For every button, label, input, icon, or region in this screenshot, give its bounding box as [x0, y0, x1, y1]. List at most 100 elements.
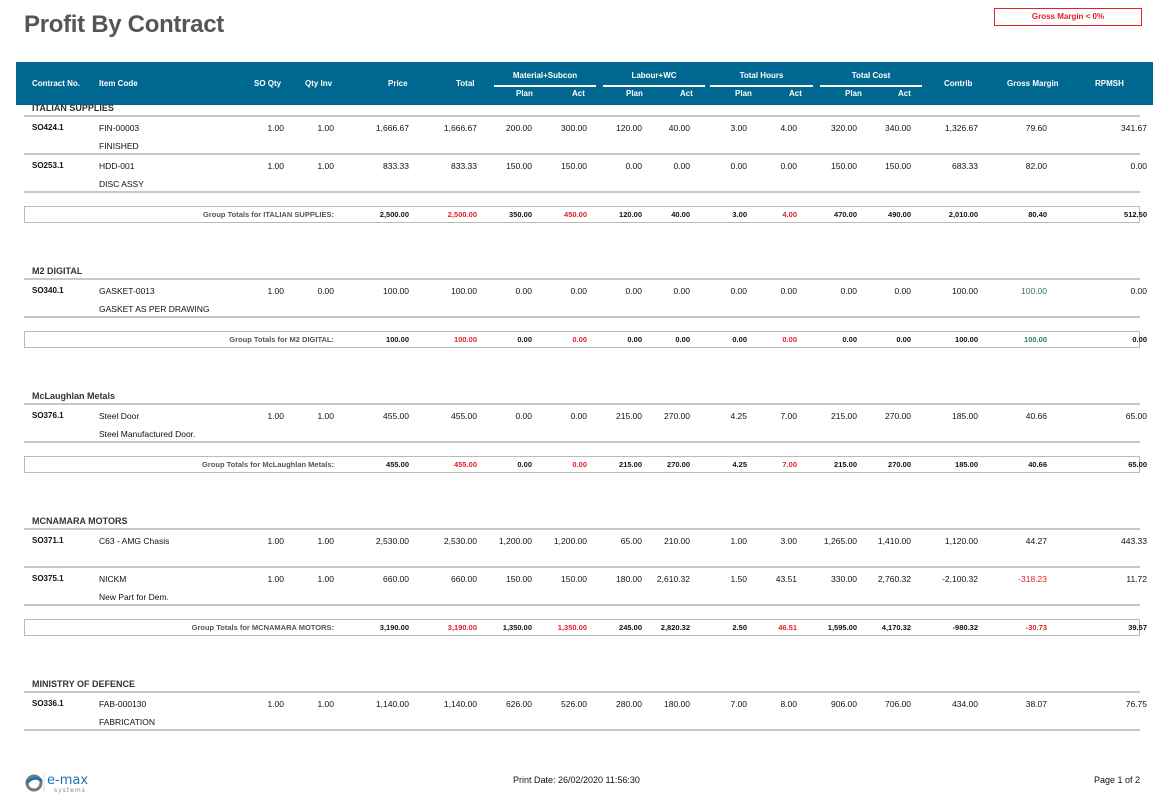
total-cost-plan-cell: 1,595.00	[827, 623, 857, 632]
material-act-cell: 150.00	[561, 161, 587, 171]
row-cells: SO424.1 FIN-00003 1.00 1.00 1,666.67 1,666.67…	[16, 117, 1153, 135]
so-qty-cell: 1.00	[267, 161, 284, 171]
price-cell: 833.33	[383, 161, 409, 171]
hours-act-cell: 0.00	[780, 286, 797, 296]
gross-margin-cell: 82.00	[1025, 161, 1047, 171]
group-header: ITALIAN SUPPLIES	[24, 97, 1140, 117]
total-price-cell: 455.00	[386, 460, 409, 469]
total-hours-act-cell: 4.00	[782, 210, 797, 219]
hours-plan-cell: 3.00	[730, 123, 747, 133]
qty-inv-cell: 1.00	[317, 161, 334, 171]
group-header: McLaughlan Metals	[24, 385, 1140, 405]
total-material-plan-cell: 1,350.00	[502, 623, 532, 632]
group-section: MINISTRY OF DEFENCE SO336.1 FAB-000130 1.00…	[16, 673, 1153, 731]
total-cost-plan-cell: 215.00	[834, 460, 857, 469]
total-contrib-cell: 100.00	[955, 335, 978, 344]
table-row: SO340.1 GASKET-0013 1.00 0.00 100.00 100.00 0.…	[24, 280, 1147, 318]
total-hours-plan-cell: 4.25	[732, 460, 747, 469]
qty-inv-cell: 1.00	[317, 411, 334, 421]
total-cell: 1,140.00	[443, 699, 477, 709]
total-gross-margin-cell: 80.40	[1028, 210, 1047, 219]
cost-plan-cell: 150.00	[831, 161, 857, 171]
total-rpmsh-cell: 39.57	[1128, 623, 1147, 632]
total-contrib-cell: 185.00	[955, 460, 978, 469]
totals-cells: Group Totals for ITALIAN SUPPLIES: 2,500.…	[16, 207, 1153, 222]
total-total-cell: 2,500.00	[447, 210, 477, 219]
qty-inv-cell: 1.00	[317, 123, 334, 133]
qty-inv-cell: 1.00	[317, 699, 334, 709]
gross-margin-cell: 38.07	[1025, 699, 1047, 709]
total-price-cell: 2,500.00	[379, 210, 409, 219]
contrib-cell: 1,120.00	[944, 536, 978, 546]
so-qty-cell: 1.00	[267, 411, 284, 421]
contract-number: SO340.1	[32, 286, 64, 295]
group-totals-label: Group Totals for ITALIAN SUPPLIES:	[203, 210, 334, 219]
table-row: SO253.1 HDD-001 1.00 1.00 833.33 833.33 150.00…	[24, 155, 1147, 193]
labour-act-cell: 2,610.32	[656, 574, 690, 584]
hours-act-cell: 0.00	[780, 161, 797, 171]
group-totals-label: Group Totals for McLaughlan Metals:	[202, 460, 334, 469]
totals-cells: Group Totals for MCNAMARA MOTORS: 3,190.0…	[16, 620, 1153, 635]
group-section: MCNAMARA MOTORS SO371.1 C63 - AMG Chasis 1.…	[16, 510, 1153, 673]
table-row: SO376.1 Steel Door 1.00 1.00 455.00 455.00 0.0…	[24, 405, 1147, 443]
row-cells: SO336.1 FAB-000130 1.00 1.00 1,140.00 1,140.0…	[16, 693, 1153, 711]
hours-plan-cell: 0.00	[730, 286, 747, 296]
material-act-cell: 526.00	[561, 699, 587, 709]
gross-margin-legend: Gross Margin < 0%	[994, 8, 1142, 26]
material-plan-cell: 626.00	[506, 699, 532, 709]
total-hours-act-cell: 46.51	[778, 623, 797, 632]
hours-plan-cell: 1.50	[730, 574, 747, 584]
hours-plan-cell: 1.00	[730, 536, 747, 546]
price-cell: 1,666.67	[375, 123, 409, 133]
total-cost-act-cell: 0.00	[896, 335, 911, 344]
group-totals-row: Group Totals for MCNAMARA MOTORS: 3,190.0…	[24, 619, 1147, 636]
total-cell: 1,666.67	[443, 123, 477, 133]
labour-plan-cell: 280.00	[616, 699, 642, 709]
contract-number: SO253.1	[32, 161, 64, 170]
qty-inv-cell: 1.00	[317, 574, 334, 584]
labour-act-cell: 270.00	[664, 411, 690, 421]
labour-plan-cell: 65.00	[620, 536, 642, 546]
header-cost-label: Total Cost	[851, 71, 891, 80]
contract-number: SO424.1	[32, 123, 64, 132]
material-act-cell: 150.00	[561, 574, 587, 584]
labour-plan-cell: 180.00	[616, 574, 642, 584]
material-plan-cell: 0.00	[515, 411, 532, 421]
total-labour-act-cell: 40.00	[671, 210, 690, 219]
cost-act-cell: 150.00	[885, 161, 911, 171]
gross-margin-cell: 79.60	[1025, 123, 1047, 133]
emax-logo: e-max systems	[24, 771, 94, 800]
page-number: Page 1 of 2	[1093, 775, 1140, 785]
total-hours-act-cell: 7.00	[782, 460, 797, 469]
row-cells: SO253.1 HDD-001 1.00 1.00 833.33 833.33 150.00…	[16, 155, 1153, 173]
cost-act-cell: 706.00	[885, 699, 911, 709]
contrib-cell: 1,326.67	[944, 123, 978, 133]
hours-act-cell: 7.00	[780, 411, 797, 421]
material-plan-cell: 150.00	[506, 574, 532, 584]
price-cell: 660.00	[383, 574, 409, 584]
row-cells: SO376.1 Steel Door 1.00 1.00 455.00 455.00 0.0…	[16, 405, 1153, 423]
header-material-subcon: Material+Subcon	[494, 70, 596, 87]
total-cell: 100.00	[451, 286, 477, 296]
header-labour-wc: Labour+WC	[603, 70, 705, 87]
row-cells: SO340.1 GASKET-0013 1.00 0.00 100.00 100.00 0.…	[16, 280, 1153, 298]
cost-act-cell: 2,760.32	[877, 574, 911, 584]
total-cell: 660.00	[451, 574, 477, 584]
qty-inv-cell: 0.00	[317, 286, 334, 296]
total-labour-act-cell: 0.00	[675, 335, 690, 344]
item-description: GASKET AS PER DRAWING	[99, 304, 210, 314]
rpmsh-cell: 76.75	[1125, 699, 1147, 709]
total-hours-plan-cell: 2.50	[732, 623, 747, 632]
material-plan-cell: 1,200.00	[498, 536, 532, 546]
table-row: SO424.1 FIN-00003 1.00 1.00 1,666.67 1,666.67…	[24, 117, 1147, 155]
group-totals-label: Group Totals for M2 DIGITAL:	[229, 335, 334, 344]
material-plan-cell: 150.00	[506, 161, 532, 171]
hours-plan-cell: 4.25	[730, 411, 747, 421]
hours-plan-cell: 0.00	[730, 161, 747, 171]
total-cell: 2,530.00	[443, 536, 477, 546]
svg-text:e-max: e-max	[47, 773, 88, 788]
rpmsh-cell: 341.67	[1121, 123, 1147, 133]
